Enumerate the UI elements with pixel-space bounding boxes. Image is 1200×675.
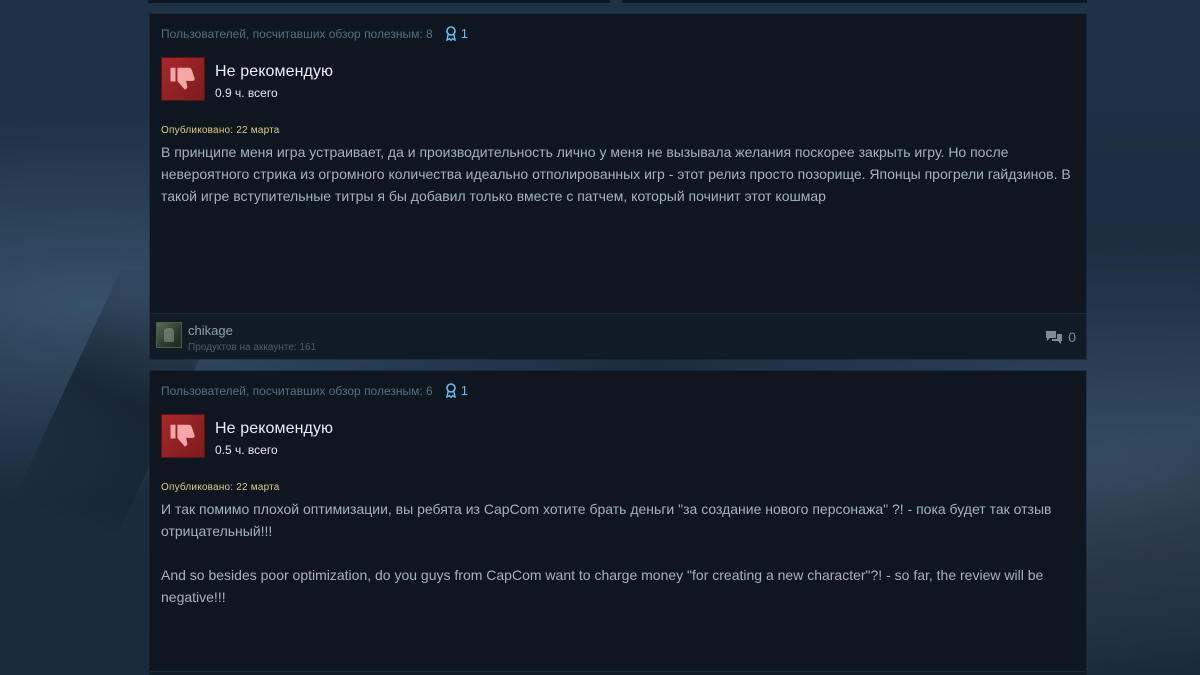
- verdict-block[interactable]: Не рекомендую 0.5 ч. всего: [161, 414, 333, 458]
- previous-review-bottom-left: [148, 0, 610, 4]
- verdict-title: Не рекомендую: [215, 63, 334, 80]
- verdict-title: Не рекомендую: [215, 420, 334, 437]
- author-products-count: Продуктов на аккаунте: 161: [188, 342, 317, 353]
- thumbs-down-icon: [161, 57, 205, 101]
- avatar[interactable]: [156, 322, 182, 348]
- posted-date: Опубликовано: 22 марта: [161, 125, 280, 136]
- comments-count: 0: [1068, 329, 1076, 345]
- review-footer-edge: [150, 671, 1086, 675]
- award-count: 1: [460, 26, 468, 41]
- helpful-count-text: Пользователей, посчитавших обзор полезны…: [161, 383, 433, 398]
- review-card: Пользователей, посчитавших обзор полезны…: [150, 371, 1086, 675]
- award-ribbon-icon: [445, 383, 456, 398]
- award-badge[interactable]: 1: [445, 383, 468, 398]
- review-body: В принципе меня игра устраивает, да и пр…: [161, 141, 1077, 207]
- award-badge[interactable]: 1: [445, 26, 468, 41]
- posted-date: Опубликовано: 22 марта: [161, 482, 280, 493]
- verdict-block[interactable]: Не рекомендую 0.9 ч. всего: [161, 57, 333, 101]
- comments-button[interactable]: 0: [1045, 329, 1076, 345]
- helpful-count-text: Пользователей, посчитавших обзор полезны…: [161, 26, 433, 41]
- playtime-hours: 0.9 ч. всего: [215, 86, 278, 100]
- background-art-right: [1080, 440, 1200, 675]
- helpful-count-row: Пользователей, посчитавших обзор полезны…: [161, 26, 468, 41]
- review-footer: chikage Продуктов на аккаунте: 161 0: [150, 313, 1086, 359]
- review-card: Пользователей, посчитавших обзор полезны…: [150, 14, 1086, 359]
- comment-bubbles-icon: [1046, 330, 1063, 344]
- review-body: И так помимо плохой оптимизации, вы ребя…: [161, 498, 1077, 608]
- thumbs-down-icon: [161, 414, 205, 458]
- review-paragraph: And so besides poor optimization, do you…: [161, 567, 1044, 605]
- helpful-count-row: Пользователей, посчитавших обзор полезны…: [161, 383, 468, 398]
- review-paragraph: В принципе меня игра устраивает, да и пр…: [161, 144, 1071, 204]
- award-count: 1: [460, 383, 468, 398]
- previous-review-bottom-right: [622, 0, 1087, 4]
- author-name[interactable]: chikage: [188, 323, 233, 338]
- playtime-hours: 0.5 ч. всего: [215, 443, 278, 457]
- award-ribbon-icon: [445, 26, 456, 41]
- review-paragraph: И так помимо плохой оптимизации, вы ребя…: [161, 501, 1052, 539]
